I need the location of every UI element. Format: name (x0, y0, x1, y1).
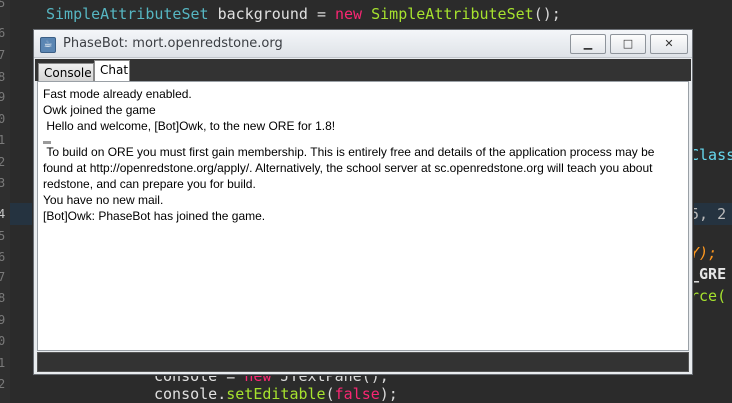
chat-line: [Bot]Owk: PhaseBot has joined the game. (43, 209, 266, 223)
code-token-kw: new (335, 5, 363, 23)
close-button[interactable]: ✕ (650, 34, 688, 54)
code-fragment-y: Y); (690, 244, 718, 262)
java-app-icon: ☕ (40, 37, 56, 53)
chat-log[interactable]: Fast mode already enabled. Owk joined th… (37, 81, 689, 351)
code-token: . (217, 385, 227, 403)
code-token: false (334, 385, 380, 403)
code-fragment-rce: rce( (690, 287, 727, 305)
phasebot-window: ☕ PhaseBot: mort.openredstone.org ▁ □ ✕ … (33, 29, 693, 375)
code-token: ); (379, 385, 398, 403)
line-number: 6 (0, 26, 6, 40)
code-token-var: background (217, 5, 308, 23)
chat-line: Fast mode already enabled. (43, 87, 192, 101)
line-number: 1 (0, 133, 6, 147)
chat-line: Owk joined the game (43, 103, 156, 117)
line-number: 5 (0, 229, 6, 243)
line-number: 3 (0, 176, 6, 190)
code-token-type: SimpleAttributeSet (46, 5, 209, 23)
code-token-tail: (); (533, 5, 561, 23)
line-number: 5 (0, 0, 6, 10)
code-token: setEditable (226, 385, 326, 403)
code-line-background: SimpleAttributeSet background = new Simp… (46, 5, 561, 23)
window-titlebar[interactable]: ☕ PhaseBot: mort.openredstone.org ▁ □ ✕ (34, 30, 692, 58)
minimize-button[interactable]: ▁ (570, 34, 606, 54)
window-title: PhaseBot: mort.openredstone.org (63, 36, 283, 51)
line-number: 7 (0, 48, 6, 62)
chat-line: To build on ORE you must first gain memb… (43, 145, 658, 191)
line-number: 0 (0, 112, 6, 126)
line-number: 8 (0, 291, 6, 305)
line-number: 7 (0, 270, 6, 284)
code-token: ( (325, 385, 335, 403)
code-token-eq: = (316, 5, 326, 23)
line-number: 4 (0, 207, 6, 221)
code-token: console (154, 385, 218, 403)
tab-strip: Console Chat (35, 59, 691, 82)
line-number: 2 (0, 377, 6, 391)
tab-chat[interactable]: Chat (94, 60, 130, 82)
line-number: 6 (0, 250, 6, 264)
code-line-seteditable: console.setEditable(false); (154, 385, 398, 403)
line-number: 2 (0, 155, 6, 169)
line-number: 8 (0, 70, 6, 84)
chat-input[interactable] (37, 352, 689, 372)
tab-console[interactable]: Console (38, 63, 94, 82)
chat-separator (43, 134, 683, 145)
code-fragment-gre: _GRE (690, 265, 727, 283)
chat-line: Hello and welcome, [Bot]Owk, to the new … (43, 119, 336, 133)
chat-line: You have no new mail. (43, 193, 164, 207)
line-number: 0 (0, 334, 6, 348)
code-fragment-classn: Classn (690, 146, 732, 164)
line-number: 9 (0, 90, 6, 104)
line-number: 1 (0, 356, 6, 370)
code-token-ctor: SimpleAttributeSet (371, 5, 534, 23)
line-number: 9 (0, 313, 6, 327)
maximize-button[interactable]: □ (610, 34, 646, 54)
code-fragment-nums: 5, 2 (690, 205, 727, 223)
